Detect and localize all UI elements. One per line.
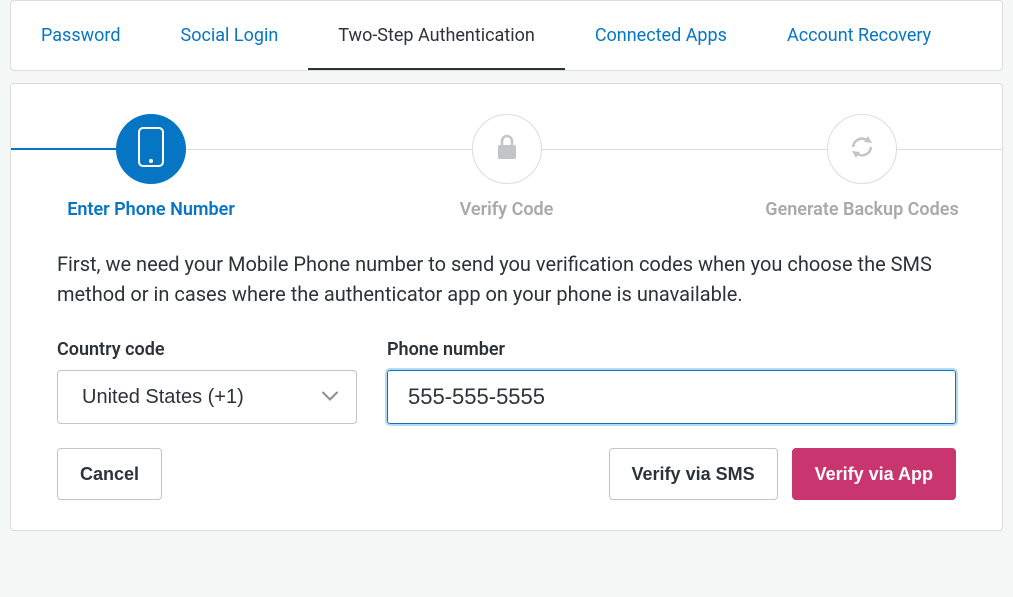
step-circle-2 — [472, 114, 542, 184]
two-step-card: Enter Phone Number Verify Code — [10, 83, 1003, 531]
step-backup-codes: Generate Backup Codes — [762, 114, 962, 221]
country-code-select-wrap: United States (+1) — [57, 370, 357, 424]
phone-icon — [138, 127, 164, 171]
country-code-select[interactable]: United States (+1) — [57, 370, 357, 424]
phone-field: Phone number — [387, 339, 956, 424]
step-verify-code: Verify Code — [407, 114, 607, 221]
step-enter-phone: Enter Phone Number — [51, 114, 251, 221]
tab-two-step-auth[interactable]: Two-Step Authentication — [308, 1, 565, 70]
stepper: Enter Phone Number Verify Code — [11, 84, 1002, 231]
lock-icon — [495, 133, 519, 165]
fields-row: Country code United States (+1) Phone nu… — [57, 339, 956, 424]
phone-input[interactable] — [387, 370, 956, 424]
cancel-button[interactable]: Cancel — [57, 448, 162, 500]
refresh-icon — [847, 132, 877, 166]
description-text: First, we need your Mobile Phone number … — [57, 249, 956, 309]
content-area: First, we need your Mobile Phone number … — [11, 231, 1002, 500]
phone-label: Phone number — [387, 339, 956, 360]
verify-sms-button[interactable]: Verify via SMS — [609, 448, 778, 500]
actions-row: Cancel Verify via SMS Verify via App — [57, 448, 956, 500]
tab-password[interactable]: Password — [11, 1, 151, 70]
step-circle-3 — [827, 114, 897, 184]
step-circle-1 — [116, 114, 186, 184]
tab-connected-apps[interactable]: Connected Apps — [565, 1, 757, 70]
country-code-label: Country code — [57, 339, 357, 360]
spacer — [162, 448, 609, 500]
country-code-field: Country code United States (+1) — [57, 339, 357, 424]
tab-account-recovery[interactable]: Account Recovery — [757, 1, 961, 70]
verify-app-button[interactable]: Verify via App — [792, 448, 956, 500]
step-label-3: Generate Backup Codes — [765, 198, 958, 221]
step-label-1: Enter Phone Number — [67, 198, 235, 221]
tabs-nav: Password Social Login Two-Step Authentic… — [10, 0, 1003, 71]
step-label-2: Verify Code — [460, 198, 554, 221]
tab-social-login[interactable]: Social Login — [151, 1, 309, 70]
